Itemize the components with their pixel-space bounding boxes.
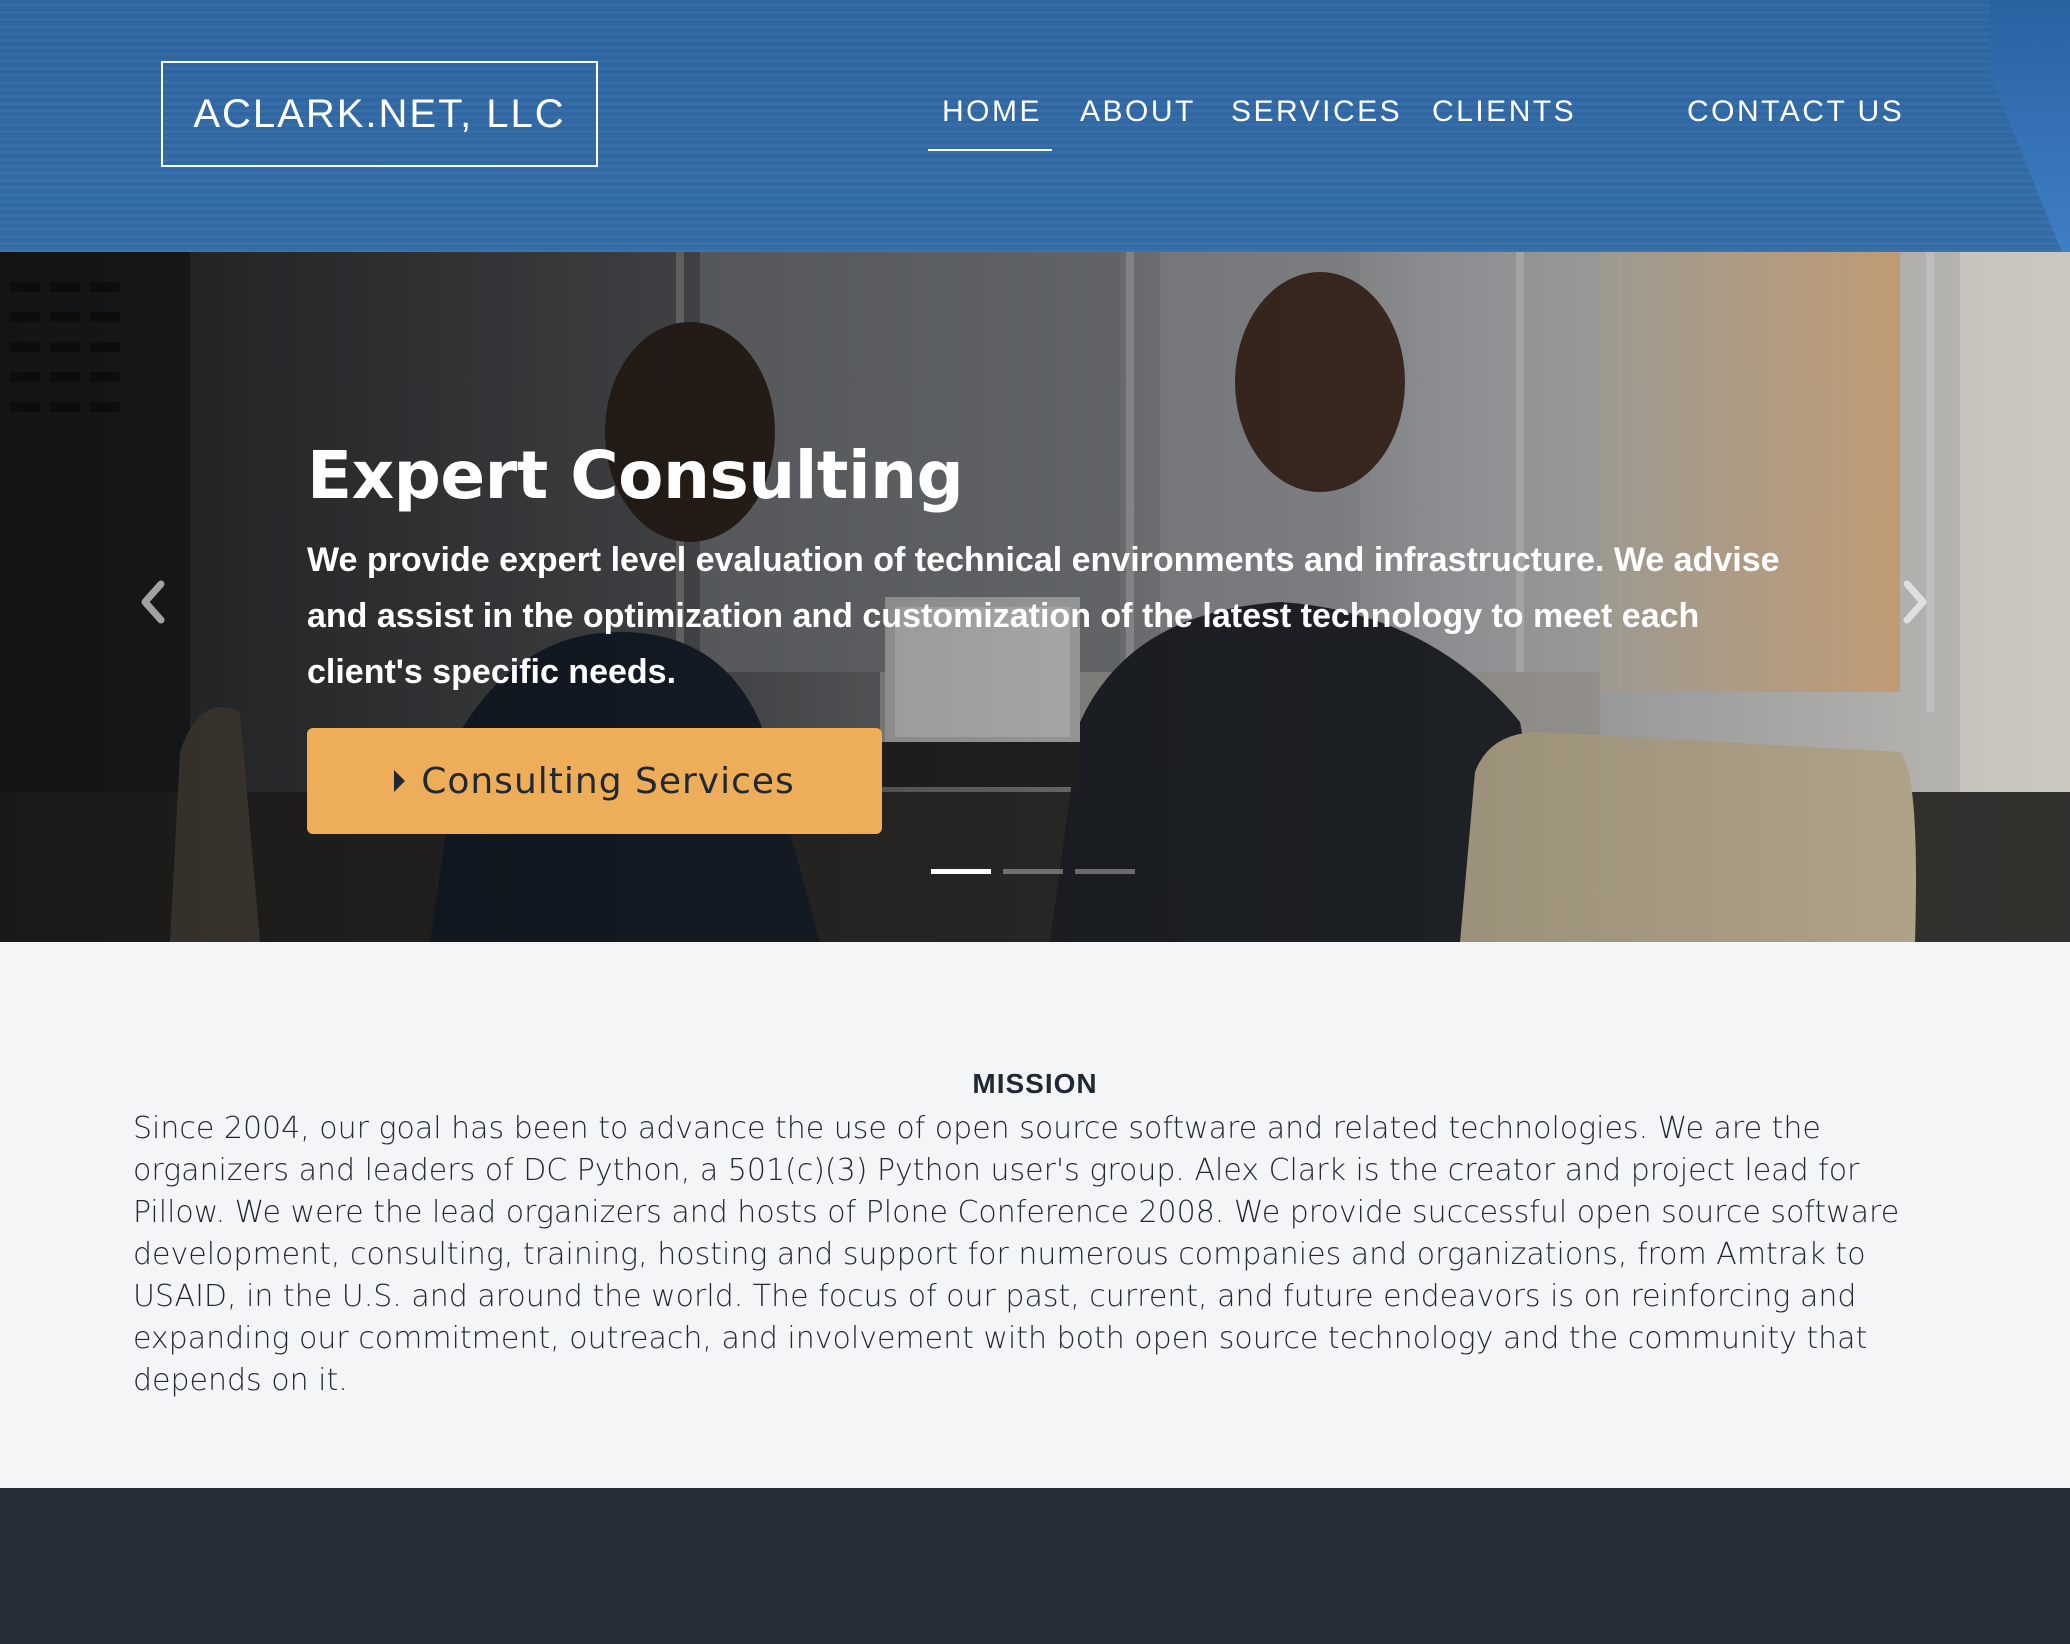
caret-right-icon (394, 770, 406, 792)
nav-active-underline (928, 149, 1052, 151)
nav-item-about[interactable]: ABOUT (1080, 95, 1196, 129)
nav-item-clients[interactable]: CLIENTS (1432, 95, 1576, 129)
consulting-services-button[interactable]: Consulting Services (307, 728, 882, 834)
chevron-right-icon (1903, 580, 1927, 624)
nav-item-contact-us[interactable]: CONTACT US (1687, 95, 1904, 129)
carousel-next-button[interactable] (1895, 572, 1935, 632)
carousel-prev-button[interactable] (133, 572, 173, 632)
nav-item-services[interactable]: SERVICES (1231, 95, 1402, 129)
nav-item-home[interactable]: HOME (942, 95, 1042, 129)
site-header: ACLARK.NET, LLC HOME ABOUT SERVICES CLIE… (0, 0, 2070, 252)
brand-logo[interactable]: ACLARK.NET, LLC (161, 61, 598, 167)
site-footer (0, 1488, 2070, 1644)
hero-description: We provide expert level evaluation of te… (307, 541, 1780, 691)
hero-title: Expert Consulting (307, 437, 964, 514)
chevron-left-icon (141, 580, 165, 624)
cta-label: Consulting Services (421, 760, 795, 802)
header-corner-decoration (1990, 0, 2070, 252)
carousel-indicator-2[interactable] (1003, 869, 1063, 874)
carousel-indicator-3[interactable] (1075, 869, 1135, 874)
mission-text: Since 2004, our goal has been to advance… (133, 1111, 1900, 1398)
carousel-indicator-1[interactable] (931, 869, 991, 874)
mission-heading: MISSION (972, 1068, 1098, 1099)
hero-carousel: Expert Consulting We provide expert leve… (0, 252, 2070, 942)
